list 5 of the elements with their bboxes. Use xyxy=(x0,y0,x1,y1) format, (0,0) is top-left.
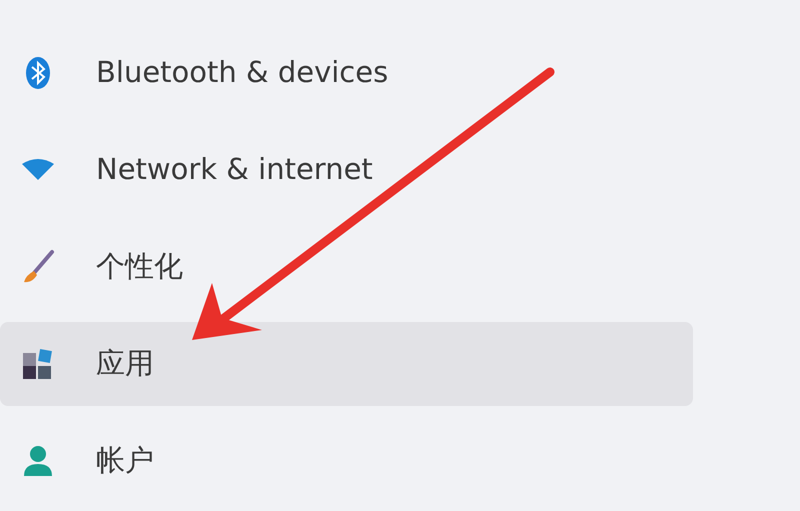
sidebar-item[interactable]: Bluetooth & devices xyxy=(0,31,693,115)
sidebar-item[interactable]: 帐户 xyxy=(0,419,693,503)
sidebar-item[interactable]: 个性化 xyxy=(0,225,693,309)
sidebar-item[interactable]: Network & internet xyxy=(0,128,693,212)
sidebar-item[interactable]: 应用 xyxy=(0,322,693,406)
